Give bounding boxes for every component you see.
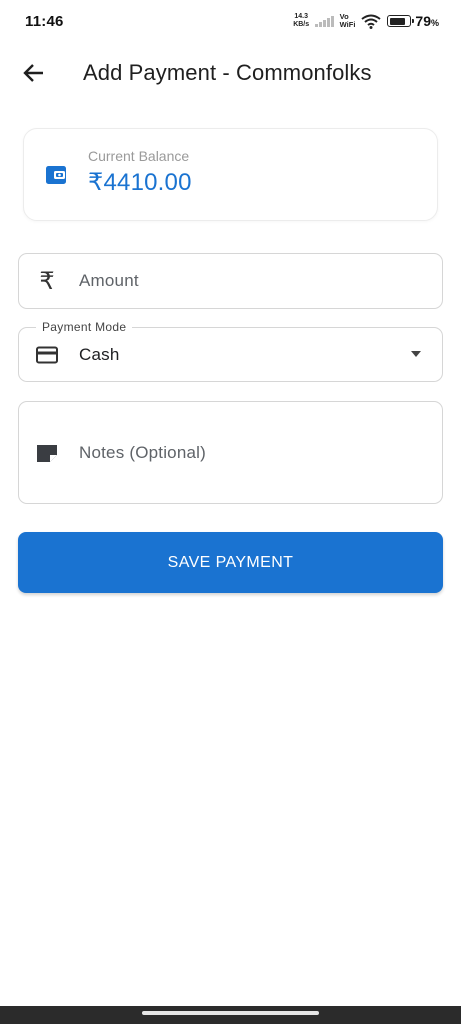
status-icons: 14.3 KB/s Vo WiFi 79%	[293, 13, 439, 30]
note-icon	[35, 441, 59, 465]
save-payment-label: SAVE PAYMENT	[167, 553, 294, 571]
network-speed: 14.3 KB/s	[293, 13, 309, 29]
chevron-down-icon	[411, 351, 421, 357]
credit-card-icon	[35, 343, 59, 367]
battery-fill	[389, 17, 405, 25]
arrow-back-icon	[23, 64, 43, 82]
payment-mode-label: Payment Mode	[36, 320, 133, 334]
system-nav-bar	[0, 1006, 461, 1024]
wifi-icon	[361, 14, 382, 29]
amount-field[interactable]: ₹ Amount	[18, 253, 443, 309]
page-title: Add Payment - Commonfolks	[83, 60, 372, 85]
payment-mode-dropdown[interactable]: Payment Mode Cash	[18, 320, 443, 382]
balance-value: ₹4410.00	[88, 169, 192, 196]
balance-card: Current Balance ₹4410.00	[23, 128, 438, 221]
battery-icon	[387, 15, 415, 27]
home-indicator[interactable]	[142, 1011, 319, 1015]
app-bar: Add Payment - Commonfolks	[0, 50, 461, 96]
save-payment-button[interactable]: SAVE PAYMENT	[18, 532, 443, 593]
battery-indicator: 79%	[387, 13, 439, 29]
screen: 11:46 14.3 KB/s Vo WiFi 79% Add Payment …	[0, 0, 461, 1024]
status-bar: 11:46 14.3 KB/s Vo WiFi 79%	[0, 0, 461, 42]
notes-field[interactable]: Notes (Optional)	[18, 401, 443, 504]
status-time: 11:46	[25, 12, 64, 30]
network-speed-unit: KB/s	[293, 21, 310, 28]
wifi-label: WiFi	[339, 20, 356, 29]
back-button[interactable]	[10, 50, 58, 96]
payment-mode-value: Cash	[79, 344, 120, 364]
network-speed-value: 14.3	[294, 13, 308, 20]
wallet-icon	[44, 163, 68, 187]
cell-signal-icon	[315, 15, 334, 27]
balance-label: Current Balance	[88, 148, 190, 164]
battery-percent: 79%	[415, 13, 439, 29]
notes-placeholder: Notes (Optional)	[79, 442, 206, 462]
balance-text: Current Balance ₹4410.00	[88, 148, 192, 197]
rupee-icon: ₹	[39, 267, 55, 295]
amount-placeholder: Amount	[79, 271, 139, 290]
vowifi-indicator: Vo WiFi	[340, 13, 356, 29]
